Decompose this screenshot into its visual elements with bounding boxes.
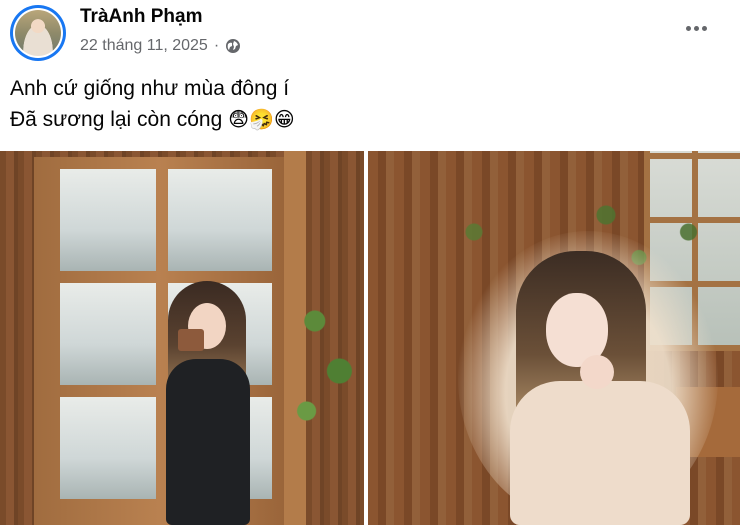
avatar[interactable] [10,5,66,61]
plant-leaves [282,261,364,461]
post-caption: Anh cứ giống như mùa đông í Đã sương lại… [10,74,295,135]
cold-sweat-emoji: 😨 [228,107,249,131]
caption-line-1: Anh cứ giống như mùa đông í [10,77,290,100]
woman-in-black-dress [148,281,266,525]
post-meta: 22 tháng 11, 2025 · [80,37,241,55]
grinning-emoji: 😁 [273,107,295,131]
facebook-post: TràAnh Phạm 22 tháng 11, 2025 · Anh cứ g… [0,0,740,525]
avatar-image [15,10,61,56]
sneezing-emoji: 🤧 [248,107,274,131]
caption-line-2: Đã sương lại còn cóng 😨🤧😁 [10,104,295,135]
caption-line-2-text: Đã sương lại còn cóng [10,108,223,131]
globe-icon[interactable] [225,38,241,54]
more-options-icon [685,25,707,31]
meta-separator: · [213,37,220,54]
author-name[interactable]: TràAnh Phạm [80,6,202,28]
avatar-border [13,8,63,58]
post-photo-2[interactable] [368,151,740,525]
post-photo-1[interactable] [0,151,364,525]
post-date[interactable]: 22 tháng 11, 2025 [80,37,208,55]
woman-in-sweater [496,251,696,525]
more-options-button[interactable] [678,14,714,42]
